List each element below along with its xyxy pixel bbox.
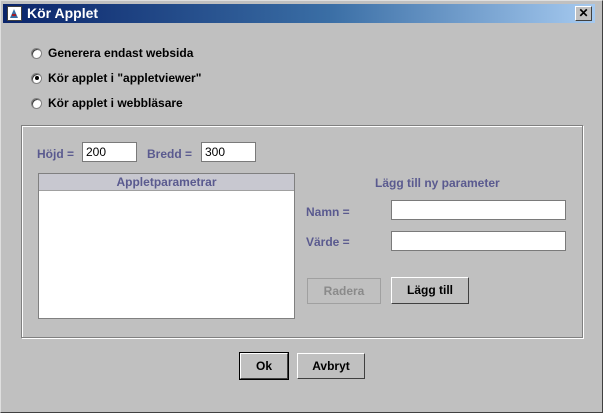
close-icon: ✕ [578, 6, 589, 20]
radio-button[interactable] [31, 97, 42, 109]
remove-button[interactable]: Radera [307, 278, 381, 304]
ok-button[interactable]: Ok [239, 352, 289, 380]
width-label: Bredd = [147, 147, 193, 161]
name-label: Namn = [306, 205, 350, 219]
option-label: Kör applet i "appletviewer" [48, 71, 202, 85]
value-label: Värde = [306, 235, 350, 249]
option-run-browser[interactable]: Kör applet i webbläsare [31, 95, 183, 111]
window-title: Kör Applet [27, 5, 99, 21]
option-label: Generera endast websida [48, 46, 194, 60]
value-input[interactable] [391, 231, 566, 251]
height-label: Höjd = [37, 147, 75, 161]
option-label: Kör applet i webbläsare [48, 96, 183, 110]
title-bar[interactable]: Kör Applet ✕ [3, 4, 595, 23]
radio-button[interactable] [31, 47, 42, 59]
dialog-window: Kör Applet ✕ Generera endast websida Kör… [0, 0, 603, 413]
radio-button-selected[interactable] [31, 72, 42, 84]
close-button[interactable]: ✕ [575, 6, 592, 21]
height-input[interactable] [82, 142, 137, 162]
cancel-button[interactable]: Avbryt [297, 353, 365, 379]
add-parameter-heading: Lägg till ny parameter [375, 176, 500, 190]
name-input[interactable] [391, 200, 566, 220]
java-app-icon [7, 6, 22, 21]
option-run-appletviewer[interactable]: Kör applet i "appletviewer" [31, 70, 201, 86]
add-button[interactable]: Lägg till [391, 277, 469, 304]
applet-parameters-list[interactable]: Appletparametrar [38, 173, 295, 319]
width-input[interactable] [201, 142, 256, 162]
applet-parameters-header: Appletparametrar [39, 174, 294, 191]
option-generate-page[interactable]: Generera endast websida [31, 45, 193, 61]
